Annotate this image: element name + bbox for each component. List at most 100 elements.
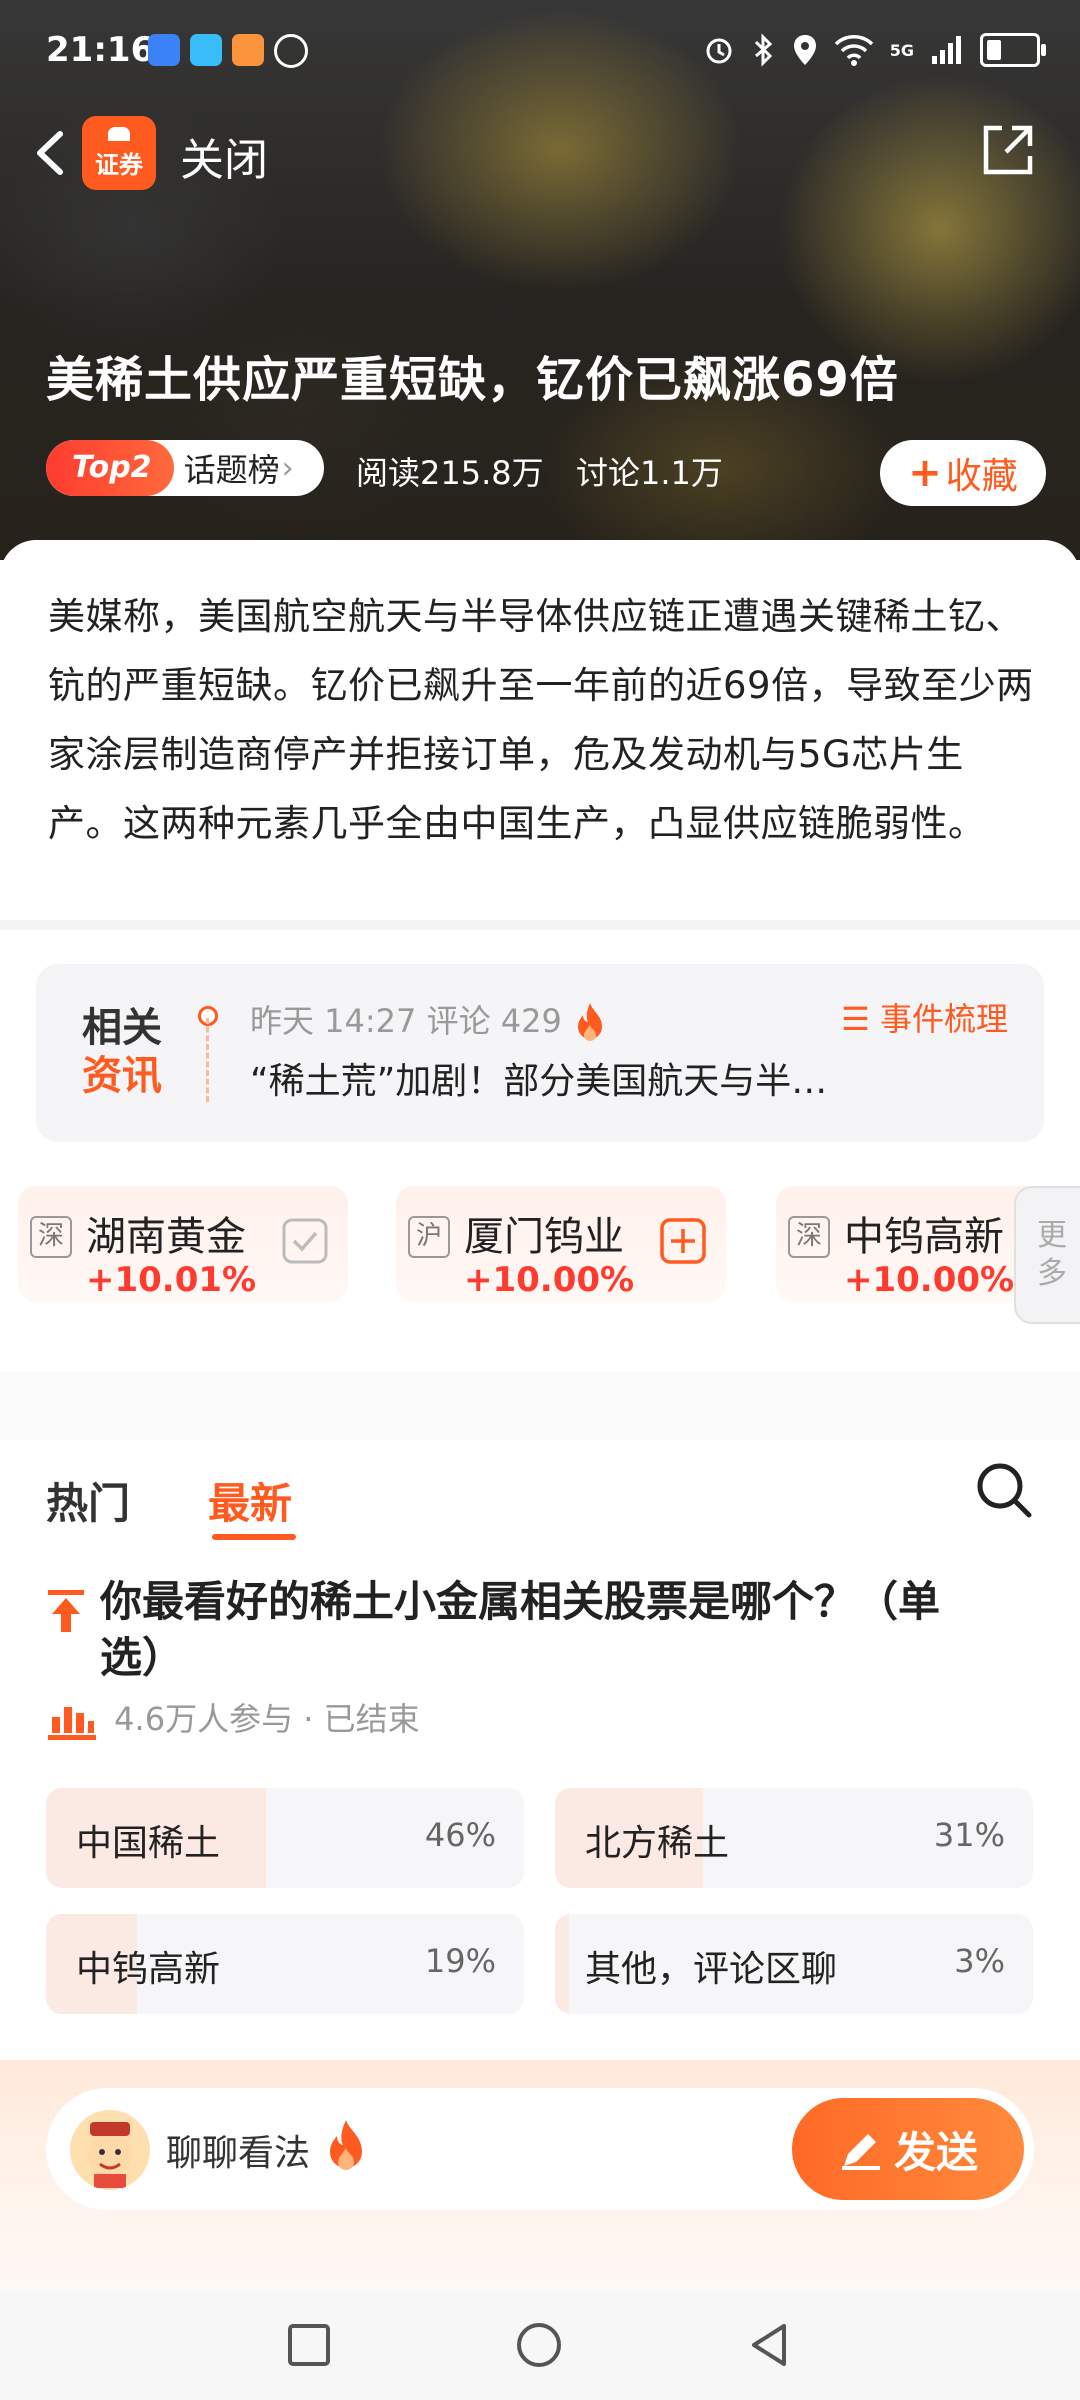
poll-stats: 4.6万人参与 · 已结束	[46, 1694, 420, 1741]
mascot-icon	[88, 2122, 132, 2188]
pencil-icon	[841, 2134, 880, 2170]
avatar	[70, 2110, 150, 2190]
stock-card[interactable]: 沪 厦门钨业 +10.00%	[396, 1186, 726, 1302]
summary-card: 美媒称，美国航空航天与半导体供应链正遭遇关键稀土钇、钪的严重短缺。钇价已飙升至一…	[0, 540, 1080, 940]
status-time: 21:16	[46, 30, 155, 70]
event-timeline-label: 事件梳理	[879, 1000, 1008, 1038]
add-watchlist-icon[interactable]	[660, 1218, 706, 1264]
poll-status: · 已结束	[303, 1700, 420, 1738]
related-news-card[interactable]: 相关 资讯 昨天 14:27 评论 429 ☰ 事件梳理 “稀土荒”加剧！部分美…	[36, 964, 1044, 1142]
send-label: 发送	[893, 2127, 978, 2177]
chevron-right-icon: ›	[281, 450, 294, 486]
related-news-meta: 昨天 14:27 评论 429	[250, 996, 608, 1045]
stock-name: 厦门钨业	[464, 1214, 624, 1260]
close-button[interactable]: 关闭	[180, 124, 268, 188]
event-timeline-link[interactable]: ☰ 事件梳理	[841, 994, 1008, 1040]
bluetooth-icon	[754, 33, 772, 67]
system-navigation-bar	[0, 2290, 1080, 2400]
wifi-icon	[834, 35, 873, 66]
poll-option-percent: 3%	[954, 1942, 1005, 1980]
related-stocks: 深 湖南黄金 +10.01% 沪 厦门钨业 +10.00% 深 中钨高新 +10…	[0, 1186, 1080, 1336]
watchlist-added-icon[interactable]	[282, 1218, 328, 1264]
poll-option-label: 其他，评论区聊	[585, 1949, 838, 1990]
status-indicators: 5G	[702, 32, 1046, 68]
active-tab-indicator	[212, 1534, 296, 1540]
brand-logo: 证券	[82, 116, 156, 190]
status-app-icons	[148, 34, 308, 68]
poll-option[interactable]: 中国稀土 46%	[46, 1788, 524, 1888]
related-news-time-comments: 昨天 14:27 评论 429	[250, 1002, 562, 1040]
poll-option[interactable]: 中钨高新 19%	[46, 1914, 524, 2014]
poll-option[interactable]: 其他，评论区聊 3%	[555, 1914, 1033, 2014]
poll-participants: 4.6万人参与	[114, 1700, 294, 1738]
status-bar: 21:16 5G	[0, 22, 1080, 82]
brand-logo-label: 证券	[95, 150, 143, 179]
poll-question: 你最看好的稀土小金属相关股票是哪个？（单选）	[100, 1577, 941, 1682]
poll-option-label: 北方稀土	[585, 1823, 730, 1864]
topic-rank-badge[interactable]: Top2 话题榜 ›	[46, 440, 324, 496]
more-label-1: 更	[1037, 1218, 1067, 1253]
stock-card[interactable]: 深 湖南黄金 +10.01%	[18, 1186, 348, 1302]
tab-hot[interactable]: 热门	[46, 1470, 130, 1531]
poll-option[interactable]: 北方稀土 31%	[555, 1788, 1033, 1888]
page-title: 美稀土供应严重短缺，钇价已飙涨69倍	[46, 352, 899, 408]
signal-icon	[932, 36, 961, 64]
home-icon[interactable]	[514, 2320, 564, 2370]
poll-option-label: 中钨高新	[76, 1949, 221, 1990]
poll-option-percent: 46%	[424, 1816, 496, 1854]
comment-input[interactable]: 聊聊看法 发送	[46, 2088, 1034, 2210]
rank-list-label: 话题榜	[183, 451, 280, 489]
related-tag-line2: 资讯	[82, 1053, 162, 1099]
poll-option-label: 中国稀土	[76, 1823, 221, 1864]
poll-option-percent: 31%	[933, 1816, 1005, 1854]
tab-latest[interactable]: 最新	[208, 1470, 292, 1531]
back-arrow-icon[interactable]	[30, 128, 70, 178]
brand-logo-mark	[108, 126, 130, 141]
feed-tabs: 热门 最新	[0, 1440, 1080, 1550]
favorite-button[interactable]: + 收藏	[880, 440, 1046, 506]
stock-change: +10.00%	[844, 1260, 1015, 1300]
poll-option-percent: 19%	[424, 1942, 496, 1980]
related-tag-line1: 相关	[82, 1005, 162, 1051]
stock-name: 中钨高新	[844, 1214, 1004, 1260]
exchange-badge: 沪	[408, 1216, 450, 1258]
divider	[0, 1372, 1080, 1440]
flame-icon	[578, 1003, 602, 1041]
top-nav: 证券 关闭	[0, 110, 1080, 190]
exchange-badge: 深	[30, 1216, 72, 1258]
comment-bar: 聊聊看法 发送	[0, 2060, 1080, 2290]
stock-name: 湖南黄金	[86, 1214, 246, 1260]
send-button[interactable]: 发送	[792, 2098, 1024, 2200]
related-news-tag: 相关 资讯	[82, 1004, 162, 1100]
timeline-line	[206, 1018, 212, 1102]
app-weather-icon	[190, 34, 222, 66]
list-icon: ☰	[841, 1000, 870, 1038]
recent-apps-icon[interactable]	[284, 2320, 334, 2370]
app-shield-icon	[148, 34, 180, 66]
topic-meta-row: Top2 话题榜 › 阅读215.8万 讨论1.1万 + 收藏	[46, 440, 1046, 506]
exchange-badge: 深	[788, 1216, 830, 1258]
poll-option-fill	[555, 1914, 570, 2014]
alarm-icon	[706, 38, 732, 64]
discussion-count: 讨论1.1万	[576, 454, 723, 492]
chart-bars-icon	[48, 1707, 96, 1740]
pin-up-icon	[48, 1590, 84, 1632]
favorite-label: 收藏	[945, 456, 1018, 497]
network-label: 5G	[889, 40, 914, 60]
back-triangle-icon[interactable]	[744, 2320, 794, 2370]
comment-placeholder: 聊聊看法	[166, 2133, 311, 2174]
related-news-title[interactable]: “稀土荒”加剧！部分美国航天与半…	[250, 1052, 890, 1104]
topic-summary: 美媒称，美国航空航天与半导体供应链正遭遇关键稀土钇、钪的严重短缺。钇价已飙升至一…	[48, 595, 1034, 845]
flame-icon	[330, 2120, 362, 2170]
hand-icon	[274, 34, 308, 68]
location-icon	[793, 35, 816, 65]
search-icon[interactable]	[972, 1458, 1036, 1522]
plus-icon: +	[908, 450, 942, 496]
share-icon[interactable]	[980, 122, 1036, 178]
rank-top-label: Top2	[46, 440, 174, 496]
read-count: 阅读215.8万	[356, 454, 544, 492]
app-video-icon	[232, 34, 264, 66]
more-stocks-button[interactable]: 更 多	[1014, 1186, 1080, 1324]
divider	[0, 920, 1080, 930]
stock-change: +10.00%	[464, 1260, 635, 1300]
